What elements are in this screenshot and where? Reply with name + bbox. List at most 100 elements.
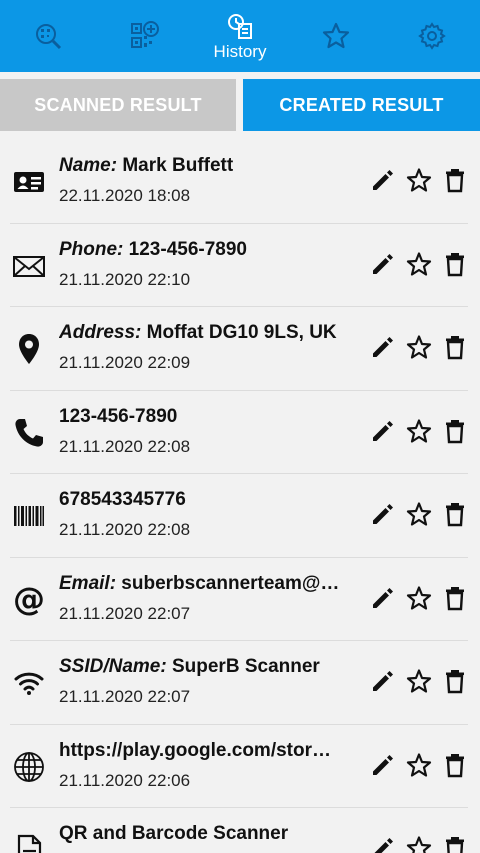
row-date: 21.11.2020 22:07 bbox=[59, 687, 191, 706]
delete-button[interactable] bbox=[442, 668, 468, 694]
row-actions bbox=[370, 668, 468, 694]
contact-card-icon bbox=[14, 172, 44, 192]
history-row[interactable]: 123-456-7890 21.11.2020 22:08 bbox=[0, 391, 480, 475]
top-navigation-bar: History bbox=[0, 0, 480, 72]
edit-button[interactable] bbox=[370, 501, 396, 527]
row-date: 21.11.2020 22:08 bbox=[59, 436, 191, 456]
favorite-button[interactable] bbox=[406, 585, 432, 611]
tab-scanned-result[interactable]: SCANNED RESULT bbox=[0, 79, 236, 131]
row-actions bbox=[370, 167, 468, 193]
edit-button[interactable] bbox=[370, 251, 396, 277]
svg-text:@: @ bbox=[13, 583, 45, 617]
star-outline-icon bbox=[406, 418, 432, 443]
star-outline-icon bbox=[406, 585, 432, 610]
tab-created-result[interactable]: CREATED RESULT bbox=[243, 79, 480, 131]
history-nav-label: History bbox=[213, 42, 267, 61]
row-actions bbox=[370, 752, 468, 778]
trash-icon bbox=[446, 169, 464, 193]
history-row[interactable]: https://play.google.com/stor… 21.11.2020… bbox=[0, 725, 480, 809]
qr-scan-icon bbox=[36, 24, 62, 50]
trash-icon bbox=[446, 252, 464, 276]
favorite-button[interactable] bbox=[406, 835, 432, 853]
favorite-button[interactable] bbox=[406, 752, 432, 778]
delete-button[interactable] bbox=[442, 585, 468, 611]
qr-create-icon bbox=[131, 21, 159, 48]
row-title: QR and Barcode Scanner bbox=[59, 823, 289, 844]
settings-nav[interactable] bbox=[384, 0, 480, 72]
row-title: Phone: 123-456-7890 bbox=[59, 238, 247, 260]
row-title: Address: Moffat DG10 9LS, UK bbox=[59, 322, 337, 343]
edit-button[interactable] bbox=[370, 334, 396, 360]
history-icon bbox=[228, 14, 252, 39]
star-outline-icon bbox=[406, 669, 432, 693]
history-row[interactable]: 678543345776 21.11.2020 22:08 bbox=[0, 474, 480, 558]
star-outline-icon bbox=[406, 502, 432, 526]
location-icon bbox=[19, 334, 39, 364]
history-row[interactable]: Name: Mark Buffett 22.11.2020 18:08 bbox=[0, 140, 480, 224]
favorite-button[interactable] bbox=[406, 251, 432, 277]
gear-icon bbox=[418, 22, 446, 50]
history-row[interactable]: @ Email: suberbscannerteam@… 21.11.2020 … bbox=[0, 558, 480, 642]
star-outline-icon bbox=[406, 168, 432, 192]
trash-icon bbox=[446, 503, 464, 527]
pencil-icon bbox=[373, 420, 393, 441]
favorite-button[interactable] bbox=[406, 668, 432, 694]
history-row[interactable]: QR and Barcode Scanner bbox=[0, 808, 480, 853]
pencil-icon bbox=[373, 504, 393, 524]
edit-button[interactable] bbox=[370, 752, 396, 778]
history-nav[interactable]: History bbox=[192, 0, 288, 72]
row-date: 21.11.2020 22:06 bbox=[59, 770, 191, 790]
scan-nav[interactable] bbox=[0, 0, 96, 72]
row-actions bbox=[370, 418, 468, 444]
star-outline-icon bbox=[406, 752, 432, 777]
edit-button[interactable] bbox=[370, 835, 396, 853]
row-actions bbox=[370, 251, 468, 277]
history-list: Name: Mark Buffett 22.11.2020 18:08 Phon… bbox=[0, 140, 480, 853]
favorite-button[interactable] bbox=[406, 501, 432, 527]
delete-button[interactable] bbox=[442, 418, 468, 444]
pencil-icon bbox=[373, 671, 393, 691]
delete-button[interactable] bbox=[442, 752, 468, 778]
delete-button[interactable] bbox=[442, 835, 468, 853]
row-date: 21.11.2020 22:07 bbox=[59, 603, 191, 623]
delete-button[interactable] bbox=[442, 251, 468, 277]
history-row[interactable]: SSID/Name: SuperB Scanner 21.11.2020 22:… bbox=[0, 641, 480, 725]
trash-icon bbox=[446, 670, 464, 694]
trash-icon bbox=[446, 336, 464, 360]
edit-button[interactable] bbox=[370, 418, 396, 444]
favorites-nav[interactable] bbox=[288, 0, 384, 72]
at-icon: @ bbox=[13, 583, 45, 617]
star-outline-icon bbox=[406, 251, 432, 276]
row-title: SSID/Name: SuperB Scanner bbox=[59, 656, 320, 677]
edit-button[interactable] bbox=[370, 668, 396, 694]
row-actions bbox=[370, 585, 468, 611]
star-outline-icon bbox=[406, 335, 432, 359]
pencil-icon bbox=[374, 838, 393, 853]
row-actions bbox=[370, 835, 468, 853]
trash-icon bbox=[446, 753, 464, 777]
favorite-button[interactable] bbox=[406, 334, 432, 360]
delete-button[interactable] bbox=[442, 167, 468, 193]
pencil-icon bbox=[373, 754, 393, 775]
trash-icon bbox=[446, 837, 464, 853]
edit-button[interactable] bbox=[370, 585, 396, 611]
row-date: 21.11.2020 22:08 bbox=[59, 520, 191, 539]
edit-button[interactable] bbox=[370, 167, 396, 193]
row-title: Email: suberbscannerteam@… bbox=[59, 572, 340, 594]
delete-button[interactable] bbox=[442, 501, 468, 527]
create-nav[interactable] bbox=[96, 0, 192, 72]
favorite-button[interactable] bbox=[406, 418, 432, 444]
history-row[interactable]: Phone: 123-456-7890 21.11.2020 22:10 bbox=[0, 224, 480, 308]
pencil-icon bbox=[373, 170, 393, 190]
pencil-icon bbox=[373, 337, 393, 357]
row-title: Name: Mark Buffett bbox=[59, 155, 234, 176]
delete-button[interactable] bbox=[442, 334, 468, 360]
history-row[interactable]: Address: Moffat DG10 9LS, UK 21.11.2020 … bbox=[0, 307, 480, 391]
mail-icon bbox=[13, 255, 45, 277]
result-tabs: SCANNED RESULT CREATED RESULT bbox=[0, 72, 480, 140]
row-title: 678543345776 bbox=[59, 489, 186, 510]
favorite-button[interactable] bbox=[406, 167, 432, 193]
document-icon bbox=[17, 834, 42, 853]
pencil-icon bbox=[373, 253, 393, 274]
trash-icon bbox=[446, 419, 464, 443]
